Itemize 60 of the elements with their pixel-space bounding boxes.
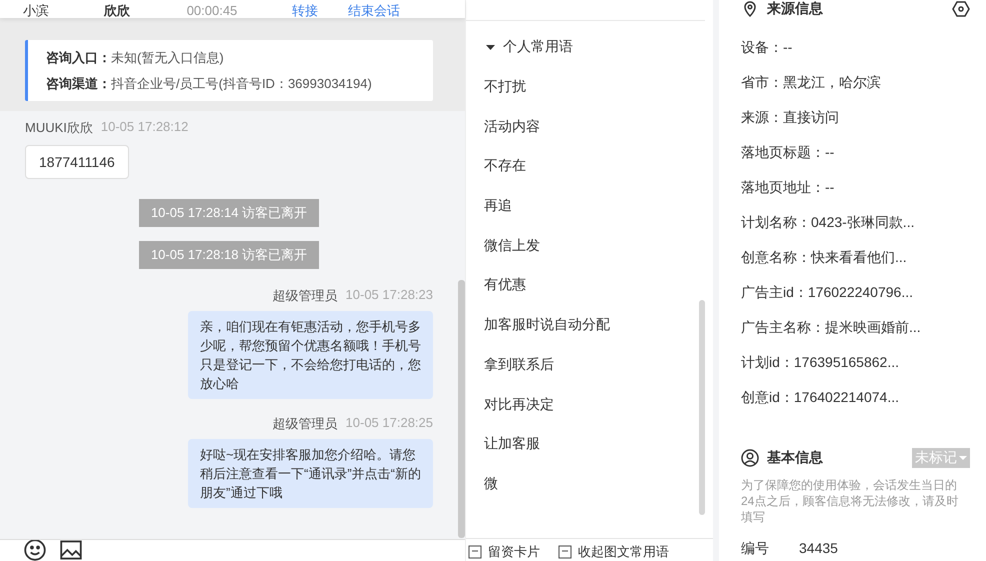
caret-icon xyxy=(486,42,495,52)
field-label: 咨询渠道： xyxy=(46,75,111,92)
info-row-text: 设备：-- xyxy=(741,38,794,57)
info-row-text: 广告主名称：提米映画婚前... xyxy=(741,318,922,337)
phrase-item[interactable]: 对比再决定 xyxy=(484,390,713,430)
emoji-icon xyxy=(24,540,46,561)
system-notice: 10-05 17:28:14 访客已离开 xyxy=(138,199,320,227)
phrase-item[interactable]: 再追 xyxy=(484,192,713,232)
message-time: 10-05 17:28:12 xyxy=(100,119,188,136)
info-row-text: 落地页地址：-- xyxy=(741,178,836,197)
message-bubble: 亲，咱们现在有钜惠活动，您手机号多少呢，帮您预留个优惠名额哦！手机号只是登记一下，不会给您打电话的，您放心哈 xyxy=(188,311,433,399)
info-row-text: 创意id：176402214074... xyxy=(741,388,900,407)
user-icon xyxy=(741,449,759,467)
notice-text: 为了保障您的使用体验，会话发生当日的24点之后，顾客信息将无法修改，请及时填写 xyxy=(741,477,960,525)
image-icon xyxy=(60,540,82,561)
section-title: 基本信息 xyxy=(767,449,823,467)
card-icon xyxy=(558,545,572,559)
info-row-text: 计划id：176395165862... xyxy=(741,353,900,372)
phrase-item[interactable]: 活动内容 xyxy=(484,112,713,152)
sender-name: 超级管理员 xyxy=(272,415,338,433)
phrase-item[interactable]: 让加客服 xyxy=(484,430,713,470)
header-text: 00:00:45 xyxy=(186,3,238,18)
field-value: 34435 xyxy=(799,540,838,558)
card-icon xyxy=(468,545,482,559)
message-bubble: 好哒~现在安排客服加您介绍哈。请您稍后注意查看一下“通讯录”并点击“新的朋友”通过下哦 xyxy=(188,439,433,508)
phrase-item[interactable]: 不存在 xyxy=(484,152,713,192)
field-value: 抖音企业号/员工号(抖音号ID：36993034194) xyxy=(111,75,372,92)
message-bubble: 1877411146 xyxy=(25,145,129,179)
phrase-item[interactable]: 微 xyxy=(484,470,713,510)
message-time: 10-05 17:28:25 xyxy=(346,415,433,432)
settings-icon xyxy=(952,0,970,18)
info-row-text: 创意名称：快来看看他们... xyxy=(741,248,908,267)
scrollbar[interactable] xyxy=(699,300,705,515)
footer-button[interactable]: 留资卡片 xyxy=(468,543,540,561)
info-row-text: 计划名称：0423-张琳同款... xyxy=(741,213,916,232)
info-row-text: 落地页标题：-- xyxy=(741,143,836,162)
sender-name: MUUKI欣欣 xyxy=(25,119,93,137)
phrase-item[interactable]: 拿到联系后 xyxy=(484,350,713,390)
field-label: 咨询入口： xyxy=(46,49,111,66)
info-row-text: 省市：黑龙江，哈尔滨 xyxy=(741,73,882,92)
info-row-text: 广告主id：176022240796... xyxy=(741,283,914,302)
field-label: 编号 xyxy=(741,540,769,558)
footer-button[interactable]: 收起图文常用语 xyxy=(558,543,669,561)
system-notice: 10-05 17:28:18 访客已离开 xyxy=(138,241,320,269)
phrase-item[interactable]: 不打扰 xyxy=(484,73,713,113)
header-link[interactable]: 结束会话 xyxy=(348,3,400,18)
info-row-text: 来源：直接访问 xyxy=(741,108,840,127)
header-text: 小滨 xyxy=(22,3,50,18)
phrase-item[interactable]: 加客服时说自动分配 xyxy=(484,311,713,351)
sender-name: 超级管理员 xyxy=(272,287,338,305)
caret-icon xyxy=(959,455,967,461)
phrase-item[interactable]: 微信上发 xyxy=(484,232,713,272)
header-link[interactable]: 转接 xyxy=(292,3,318,18)
message-time: 10-05 17:28:23 xyxy=(346,287,433,304)
phrase-group-toggle[interactable]: 个人常用语 xyxy=(466,21,713,56)
header-text: 欣欣 xyxy=(102,3,131,18)
field-value: 未知(暂无入口信息) xyxy=(111,49,224,66)
section-title: 来源信息 xyxy=(767,0,823,18)
phrase-item[interactable]: 有优惠 xyxy=(484,271,713,312)
scrollbar[interactable] xyxy=(458,280,465,538)
